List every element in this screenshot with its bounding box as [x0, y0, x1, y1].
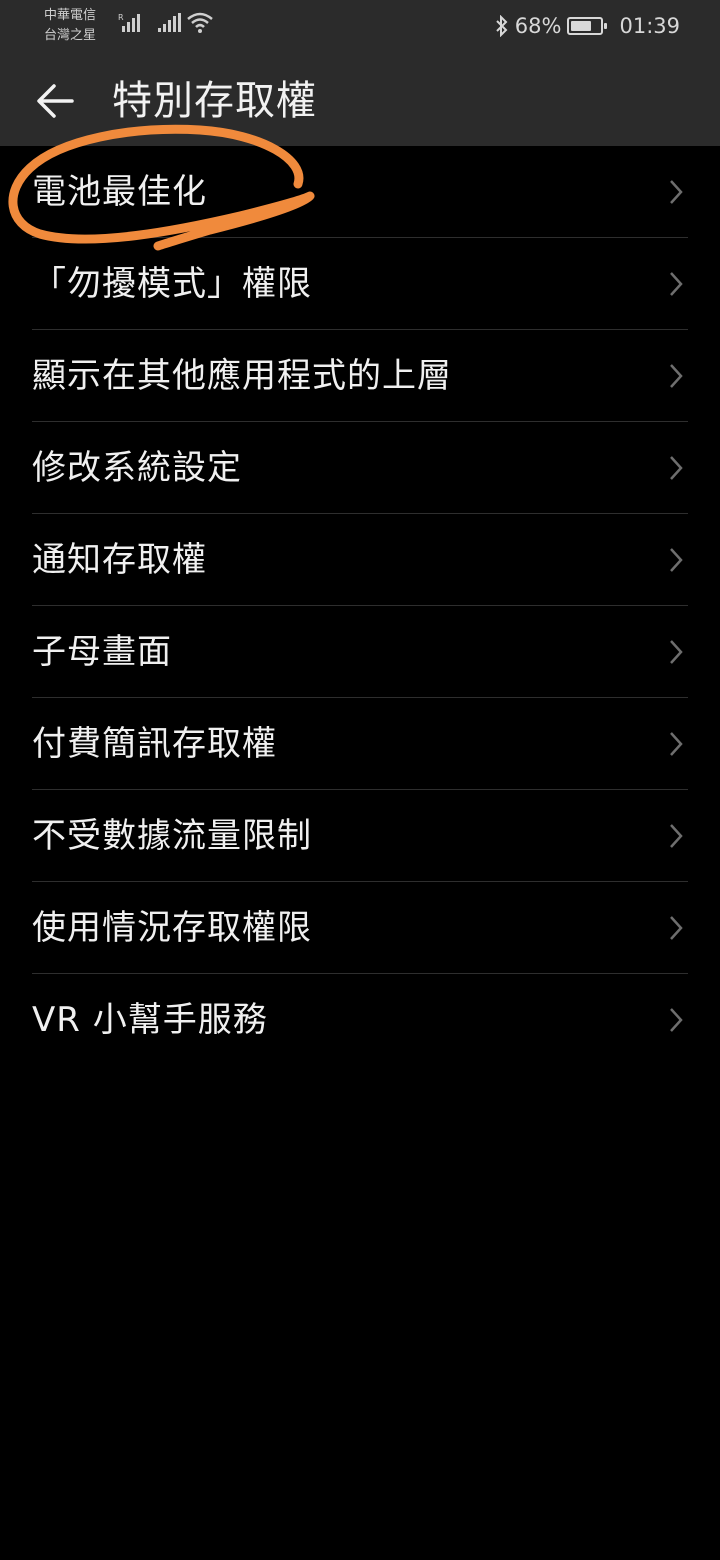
carrier-1: 中華電信	[44, 8, 97, 23]
carrier-2: 台灣之星	[44, 28, 97, 43]
wifi-icon	[187, 12, 213, 33]
list-item-battery-optimization[interactable]: 電池最佳化	[0, 146, 720, 238]
list-item-label: 子母畫面	[32, 632, 172, 672]
signal-icon: R	[118, 13, 140, 32]
list-item-label: 付費簡訊存取權	[32, 724, 277, 764]
list-item-label: 使用情況存取權限	[32, 908, 312, 948]
chevron-right-icon	[670, 824, 683, 848]
list-item-vr-helper-services[interactable]: VR 小幫手服務	[0, 974, 720, 1066]
list-item-modify-system-settings[interactable]: 修改系統設定	[0, 422, 720, 514]
status-bar: 中華電信 台灣之星 R 68% 01:39	[0, 0, 720, 56]
list-item-usage-access[interactable]: 使用情況存取權限	[0, 882, 720, 974]
list-item-label: VR 小幫手服務	[32, 1000, 268, 1040]
battery-percent: 68%	[514, 14, 562, 38]
page-title: 特別存取權	[112, 78, 317, 124]
list-item-label: 修改系統設定	[32, 448, 242, 488]
list-item-label: 不受數據流量限制	[32, 816, 312, 856]
chevron-right-icon	[670, 640, 683, 664]
chevron-right-icon	[670, 1008, 683, 1032]
list-item-notification-access[interactable]: 通知存取權	[0, 514, 720, 606]
chevron-right-icon	[670, 548, 683, 572]
back-arrow-icon[interactable]	[30, 76, 80, 126]
battery-fill	[571, 21, 591, 31]
app-bar: 特別存取權	[0, 56, 720, 146]
chevron-right-icon	[670, 732, 683, 756]
list-item-label: 電池最佳化	[32, 172, 207, 212]
list-item-display-over-apps[interactable]: 顯示在其他應用程式的上層	[0, 330, 720, 422]
chevron-right-icon	[670, 272, 683, 296]
chevron-right-icon	[670, 364, 683, 388]
status-right: 68% 01:39	[495, 12, 680, 40]
screen: 中華電信 台灣之星 R 68% 01:39 特別存取權 電池最佳化 「勿擾模式」…	[0, 0, 720, 1560]
list-item-premium-sms-access[interactable]: 付費簡訊存取權	[0, 698, 720, 790]
list-item-picture-in-picture[interactable]: 子母畫面	[0, 606, 720, 698]
bluetooth-icon	[496, 15, 508, 37]
battery-icon	[567, 17, 608, 35]
signal-icon	[158, 13, 181, 32]
carrier-names: 中華電信 台灣之星	[44, 6, 96, 46]
clock: 01:39	[619, 14, 680, 38]
chevron-right-icon	[670, 456, 683, 480]
chevron-right-icon	[670, 916, 683, 940]
list-item-unrestricted-data[interactable]: 不受數據流量限制	[0, 790, 720, 882]
chevron-right-icon	[670, 180, 683, 204]
list-item-label: 顯示在其他應用程式的上層	[32, 356, 452, 396]
svg-text:R: R	[118, 13, 124, 22]
list-item-dnd-permission[interactable]: 「勿擾模式」權限	[0, 238, 720, 330]
list-item-label: 「勿擾模式」權限	[32, 264, 312, 304]
settings-list: 電池最佳化 「勿擾模式」權限 顯示在其他應用程式的上層 修改系統設定 通知存取權…	[0, 146, 720, 1066]
list-item-label: 通知存取權	[32, 540, 207, 580]
